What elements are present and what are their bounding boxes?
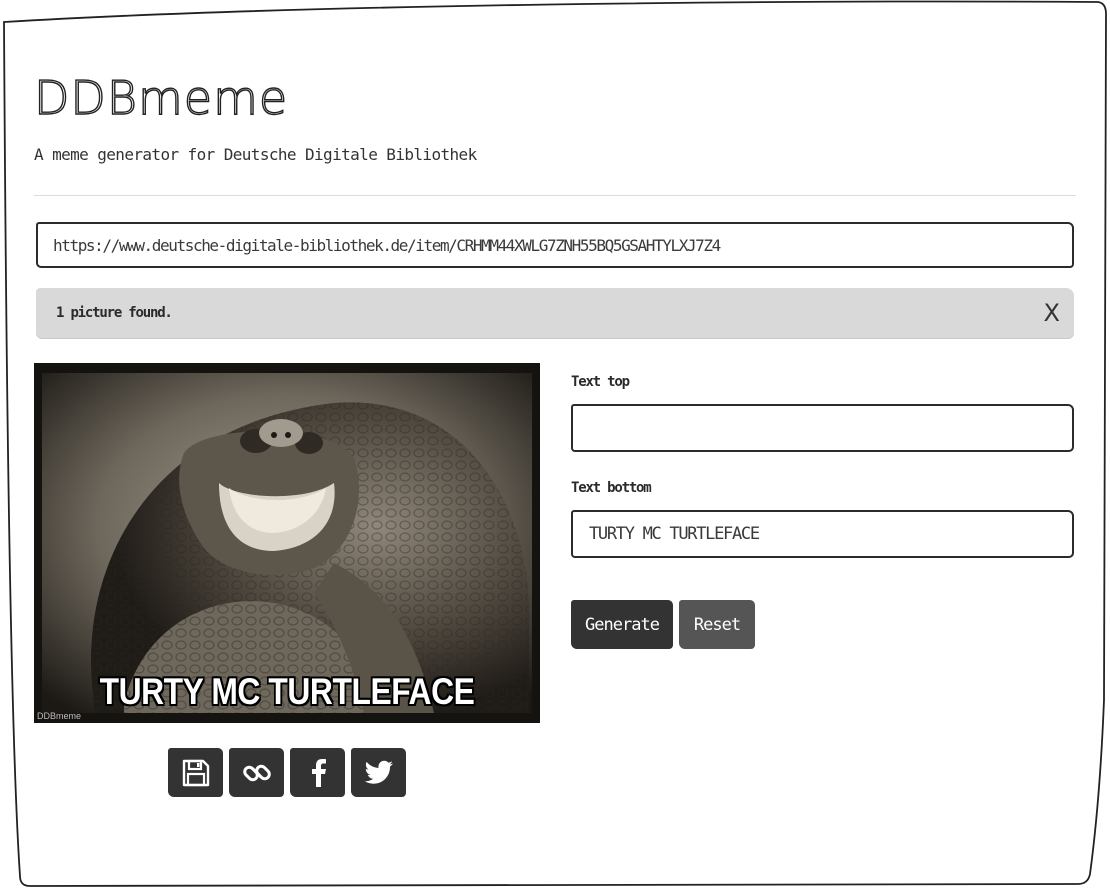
facebook-share-button[interactable] <box>290 748 345 797</box>
save-icon <box>182 759 209 786</box>
page: DDBmeme A meme generator for Deutsche Di… <box>0 0 1110 888</box>
reset-button[interactable]: Reset <box>679 600 755 649</box>
copy-link-button[interactable] <box>229 748 284 797</box>
text-top-label: Text top <box>571 374 630 390</box>
alert-close-button[interactable]: X <box>1044 298 1060 328</box>
turtle-photo <box>34 363 540 723</box>
twitter-share-button[interactable] <box>351 748 406 797</box>
text-bottom-field[interactable] <box>571 510 1074 558</box>
link-icon <box>242 764 271 781</box>
text-bottom-input[interactable] <box>589 524 1072 544</box>
item-url-field[interactable] <box>36 222 1074 268</box>
share-toolbar <box>168 748 406 797</box>
alert-message: 1 picture found. <box>56 305 173 321</box>
text-bottom-label: Text bottom <box>571 480 652 496</box>
status-alert: 1 picture found. X <box>36 288 1074 338</box>
app-title: DDBmeme <box>33 70 289 125</box>
text-top-field[interactable] <box>571 404 1074 452</box>
meme-preview-image: TURTY MC TURTLEFACE DDBmeme <box>34 363 540 723</box>
facebook-icon <box>311 758 326 787</box>
app-subtitle: A meme generator for Deutsche Digitale B… <box>34 145 477 164</box>
meme-caption: TURTY MC TURTLEFACE <box>99 671 475 712</box>
item-url-input[interactable] <box>53 235 1072 255</box>
meme-watermark: DDBmeme <box>37 711 82 721</box>
save-button[interactable] <box>168 748 223 797</box>
generate-button[interactable]: Generate <box>571 600 673 649</box>
text-top-input[interactable] <box>589 418 1072 438</box>
header-divider <box>34 195 1076 196</box>
twitter-icon <box>364 760 393 784</box>
